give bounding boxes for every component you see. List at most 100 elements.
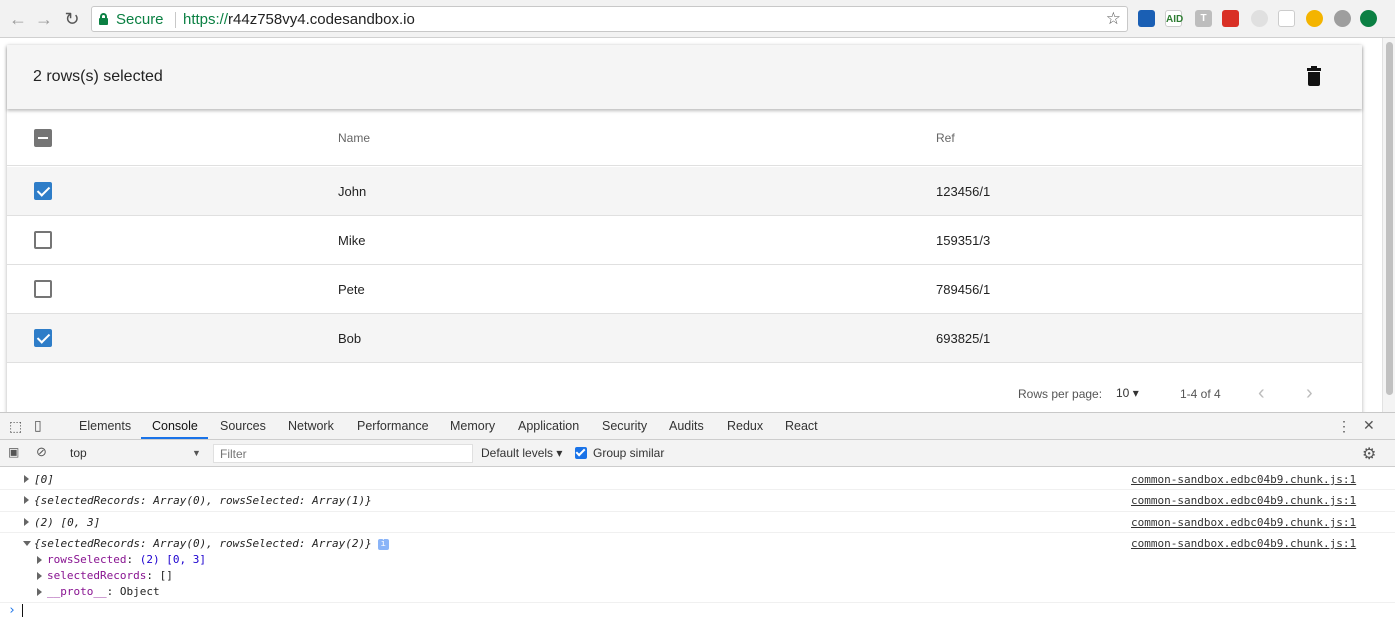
reload-button[interactable]: ↻ xyxy=(62,9,82,29)
chevron-down-icon: ▾ xyxy=(1132,386,1139,400)
expand-triangle-icon[interactable] xyxy=(37,572,42,580)
console-log-message: {selectedRecords: Array(0), rowsSelected… xyxy=(34,494,372,507)
tab-performance[interactable]: Performance xyxy=(357,419,429,433)
column-header-name[interactable]: Name xyxy=(338,131,370,145)
page-scrollbar[interactable] xyxy=(1382,38,1395,412)
table-row[interactable]: Mike 159351/3 xyxy=(7,216,1362,265)
pagination-range: 1-4 of 4 xyxy=(1180,387,1221,401)
console-log-entry[interactable]: {selectedRecords: Array(0), rowsSelected… xyxy=(0,490,1395,512)
console-filter-input[interactable] xyxy=(213,444,473,463)
console-log-message: (2) [0, 3] xyxy=(34,516,100,529)
close-devtools-icon[interactable]: ✕ xyxy=(1363,417,1375,434)
back-button[interactable]: ← xyxy=(8,9,28,29)
url-host: r44z758vy4.codesandbox.io xyxy=(228,11,415,28)
t-extension-icon[interactable]: T xyxy=(1195,10,1212,27)
gray-circle-extension-icon[interactable] xyxy=(1251,10,1268,27)
scrollbar-thumb[interactable] xyxy=(1386,42,1393,395)
object-property[interactable]: rowsSelected: (2) [0, 3] xyxy=(47,553,206,566)
tab-memory[interactable]: Memory xyxy=(450,419,495,433)
object-property[interactable]: __proto__: Object xyxy=(47,585,160,598)
group-similar-checkbox[interactable] xyxy=(575,447,587,459)
person-x-extension-icon[interactable] xyxy=(1138,10,1155,27)
toggle-extension-icon[interactable] xyxy=(1334,10,1351,27)
console-settings-gear-icon[interactable]: ⚙ xyxy=(1362,444,1376,464)
sidebar-toggle-icon[interactable]: ▣ xyxy=(8,445,19,459)
table-row[interactable]: Pete 789456/1 xyxy=(7,265,1362,314)
more-options-icon[interactable]: ⋮ xyxy=(1337,418,1351,435)
select-all-checkbox[interactable] xyxy=(34,129,52,147)
forward-button[interactable]: → xyxy=(34,9,54,29)
property-value: [] xyxy=(159,569,173,582)
device-toolbar-icon[interactable]: ▯ xyxy=(34,417,42,434)
expand-triangle-icon[interactable] xyxy=(24,496,29,504)
inspect-element-icon[interactable]: ⬚ xyxy=(9,418,22,435)
info-icon[interactable]: i xyxy=(377,538,389,550)
expand-triangle-icon[interactable] xyxy=(37,588,42,596)
row-checkbox[interactable] xyxy=(34,182,52,200)
tab-sources[interactable]: Sources xyxy=(220,419,266,433)
console-source-link[interactable]: common-sandbox.edbc04b9.chunk.js:1 xyxy=(1131,516,1356,529)
tab-application[interactable]: Application xyxy=(518,419,579,433)
devtools-panel: ⬚ ▯ Elements Console Sources Network Perform… xyxy=(0,412,1395,628)
address-bar[interactable]: Secure https://r44z758vy4.codesandbox.io… xyxy=(91,6,1128,32)
row-checkbox[interactable] xyxy=(34,280,52,298)
table-header-row: Name Ref xyxy=(7,109,1362,166)
green-arrow-extension-icon[interactable] xyxy=(1360,10,1377,27)
console-log-text: {selectedRecords: Array(0), rowsSelected… xyxy=(34,494,372,507)
object-property[interactable]: selectedRecords: [] xyxy=(47,569,173,582)
row-checkbox[interactable] xyxy=(34,329,52,347)
data-table: 2 rows(s) selected Name Ref John 123456/1… xyxy=(7,45,1362,412)
next-page-button[interactable]: › xyxy=(1306,383,1313,403)
console-source-link[interactable]: common-sandbox.edbc04b9.chunk.js:1 xyxy=(1131,537,1356,550)
omnibox-separator xyxy=(175,12,176,28)
bookmark-star-icon[interactable]: ☆ xyxy=(1106,9,1121,29)
console-source-link[interactable]: common-sandbox.edbc04b9.chunk.js:1 xyxy=(1131,473,1356,486)
red-extension-icon[interactable] xyxy=(1222,10,1239,27)
table-row[interactable]: John 123456/1 xyxy=(7,167,1362,216)
context-selector[interactable]: top xyxy=(70,446,87,460)
console-log-entry[interactable]: [0] common-sandbox.edbc04b9.chunk.js:1 xyxy=(0,469,1395,490)
selection-toolbar: 2 rows(s) selected xyxy=(7,45,1362,109)
property-value: (2) [0, 3] xyxy=(139,553,206,566)
expand-triangle-icon[interactable] xyxy=(24,475,29,483)
property-key: rowsSelected xyxy=(47,553,127,566)
tab-react[interactable]: React xyxy=(785,419,818,433)
console-log-message: {selectedRecords: Array(0), rowsSelected… xyxy=(34,537,389,550)
crop-extension-icon[interactable] xyxy=(1278,10,1295,27)
property-key: selectedRecords xyxy=(47,569,147,582)
tab-audits[interactable]: Audits xyxy=(669,419,704,433)
rows-per-page-value: 10 xyxy=(1116,386,1130,400)
delete-icon[interactable] xyxy=(1307,66,1321,86)
clear-console-icon[interactable]: ⊘ xyxy=(36,444,47,460)
console-log-entry[interactable]: (2) [0, 3] common-sandbox.edbc04b9.chunk.… xyxy=(0,512,1395,533)
console-input-caret[interactable] xyxy=(22,604,23,617)
tab-elements[interactable]: Elements xyxy=(79,419,131,433)
tab-network[interactable]: Network xyxy=(288,419,334,433)
collapse-triangle-icon[interactable] xyxy=(23,541,31,546)
console-log-entry[interactable]: {selectedRecords: Array(0), rowsSelected… xyxy=(0,533,1395,603)
aid-extension-icon[interactable]: AID xyxy=(1165,10,1183,27)
group-similar-label: Group similar xyxy=(593,446,665,460)
color-picker-extension-icon[interactable] xyxy=(1306,10,1323,27)
previous-page-button[interactable]: ‹ xyxy=(1258,383,1265,403)
column-header-ref[interactable]: Ref xyxy=(936,131,955,145)
tab-security[interactable]: Security xyxy=(602,419,647,433)
console-log-text: (2) [0, 3] xyxy=(34,516,101,529)
row-checkbox[interactable] xyxy=(34,231,52,249)
tab-console[interactable]: Console xyxy=(152,419,198,433)
expand-triangle-icon[interactable] xyxy=(24,518,29,526)
console-log-text: [0] xyxy=(34,473,54,486)
property-value: Object xyxy=(119,585,160,598)
tab-redux[interactable]: Redux xyxy=(727,419,763,433)
console-toolbar: ▣ ⊘ top ▼ Default levels ▾ Group similar… xyxy=(0,440,1395,467)
lock-icon xyxy=(99,13,108,25)
table-row[interactable]: Bob 693825/1 xyxy=(7,314,1362,363)
page-viewport: 2 rows(s) selected Name Ref John 123456/1… xyxy=(0,38,1382,412)
selection-count: 2 rows(s) selected xyxy=(33,68,163,85)
rows-per-page-select[interactable]: 10 ▾ xyxy=(1116,386,1139,400)
context-dropdown-icon[interactable]: ▼ xyxy=(192,448,201,458)
console-log-text: {selectedRecords: Array(0), rowsSelected… xyxy=(34,537,372,550)
console-source-link[interactable]: common-sandbox.edbc04b9.chunk.js:1 xyxy=(1131,494,1356,507)
log-levels-dropdown[interactable]: Default levels ▾ xyxy=(481,446,562,460)
expand-triangle-icon[interactable] xyxy=(37,556,42,564)
